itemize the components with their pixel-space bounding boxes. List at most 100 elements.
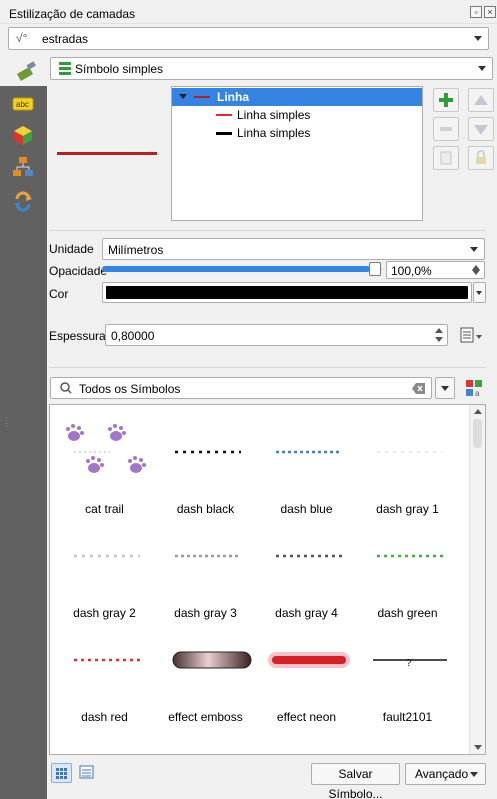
- style-sidebar: abc · · · ·: [0, 86, 47, 799]
- tree-item-layer-1[interactable]: Linha simples: [172, 106, 422, 124]
- symbol-layer-tree: Linha Linha simples Linha simples: [171, 86, 423, 221]
- symbol-preview-icon: [276, 450, 342, 454]
- tree-item-label: Linha simples: [237, 108, 311, 122]
- layer-select[interactable]: √° estradas: [8, 27, 489, 50]
- symbol-item[interactable]: dash blue: [256, 418, 357, 522]
- opacity-slider-fill: [102, 266, 370, 272]
- duplicate-layer-button[interactable]: [433, 146, 459, 170]
- search-placeholder: Todos os Símbolos: [79, 382, 181, 396]
- line-layer-icon: √°: [16, 31, 28, 45]
- symbol-preview-icon: [172, 651, 252, 669]
- symbol-name: dash blue: [280, 502, 333, 516]
- symbol-preview-icon: [175, 450, 241, 454]
- filter-menu-button[interactable]: [435, 377, 455, 399]
- opacity-slider-handle[interactable]: [369, 262, 381, 276]
- add-layer-button[interactable]: [433, 88, 459, 112]
- collapse-arrow-icon[interactable]: [179, 94, 187, 99]
- diagrams-icon[interactable]: [12, 156, 34, 176]
- symbol-search-input[interactable]: Todos os Símbolos: [50, 377, 432, 399]
- width-spinbox[interactable]: 0,80000: [105, 324, 448, 346]
- history-icon[interactable]: [12, 190, 34, 212]
- symbol-name: dash gray 4: [275, 606, 338, 620]
- advanced-button[interactable]: Avançado: [405, 763, 486, 785]
- tree-item-label: Linha simples: [237, 126, 311, 140]
- unit-select[interactable]: Milímetros: [102, 238, 485, 260]
- symbol-preview-icon: [74, 658, 140, 662]
- symbol-name: dash gray 3: [174, 606, 237, 620]
- tree-item-layer-2[interactable]: Linha simples: [172, 124, 422, 142]
- panel-title: Estilização de camadas: [9, 7, 136, 21]
- chevron-down-icon: [441, 386, 449, 391]
- divider: [49, 367, 486, 368]
- remove-layer-button[interactable]: [433, 117, 459, 141]
- move-up-button[interactable]: [468, 88, 494, 112]
- symbol-item[interactable]: dash black: [155, 418, 256, 522]
- symbol-preview-icon: [268, 652, 350, 668]
- symbol-name: dash gray 1: [376, 502, 439, 516]
- clear-search-icon[interactable]: [412, 383, 425, 394]
- unit-select-value: Milímetros: [108, 243, 164, 257]
- opacity-label: Opacidade: [49, 264, 108, 278]
- symbol-preview-icon: [66, 424, 146, 473]
- svg-text:?: ?: [406, 658, 412, 669]
- symbol-name: fault2101: [382, 710, 433, 724]
- symbol-item[interactable]: effect neon: [256, 626, 357, 730]
- svg-text:abc: abc: [16, 100, 29, 109]
- symbol-item[interactable]: dash gray 4: [256, 522, 357, 626]
- save-symbol-button[interactable]: Salvar Símbolo...: [311, 763, 400, 799]
- width-value: 0,80000: [111, 329, 155, 343]
- sidebar-splitter-handle[interactable]: · · · ·: [5, 414, 8, 431]
- width-label: Espessura: [49, 329, 106, 343]
- spin-down-icon[interactable]: [435, 337, 443, 342]
- symbol-preview-icon: [74, 554, 140, 558]
- scroll-down-icon[interactable]: [474, 745, 482, 750]
- opacity-slider-track[interactable]: [102, 266, 382, 272]
- symbol-item[interactable]: dash green: [357, 522, 458, 626]
- symbol-preview: [57, 152, 157, 155]
- labels-icon[interactable]: abc: [12, 96, 34, 116]
- symbol-item[interactable]: dash gray 3: [155, 522, 256, 626]
- color-label: Cor: [49, 287, 69, 301]
- symbol-name: effect emboss: [168, 710, 243, 724]
- float-icon[interactable]: ▫: [470, 6, 482, 18]
- symbol-name: dash black: [176, 502, 235, 516]
- move-down-button[interactable]: [468, 117, 494, 141]
- color-button[interactable]: [102, 282, 472, 303]
- symbol-preview-icon: [377, 554, 443, 558]
- grid-scrollbar[interactable]: [469, 405, 485, 754]
- close-icon[interactable]: ×: [484, 6, 496, 18]
- symbol-preview-icon: [377, 451, 443, 453]
- data-defined-override-icon[interactable]: [458, 325, 484, 345]
- symbol-item[interactable]: dash gray 1: [357, 418, 458, 522]
- layer-select-value: estradas: [42, 32, 89, 46]
- lock-layer-button[interactable]: [468, 146, 494, 170]
- 3d-view-icon[interactable]: [12, 124, 34, 145]
- advanced-button-label: Avançado: [415, 767, 469, 781]
- scroll-up-icon[interactable]: [474, 409, 482, 414]
- style-manager-icon[interactable]: a: [464, 378, 484, 398]
- symbol-item[interactable]: dash gray 2: [54, 522, 155, 626]
- symbol-item[interactable]: effect emboss: [155, 626, 256, 730]
- list-view-button[interactable]: [77, 763, 98, 783]
- single-symbol-icon: [59, 62, 71, 75]
- icon-view-button[interactable]: [51, 763, 72, 783]
- divider: [49, 230, 486, 231]
- scrollbar-thumb[interactable]: [473, 419, 482, 448]
- symbol-name: dash green: [377, 606, 438, 620]
- spin-down-icon[interactable]: [472, 270, 480, 275]
- symbol-item[interactable]: dash red: [54, 626, 155, 730]
- symbol-name: dash gray 2: [73, 606, 136, 620]
- opacity-spinbox[interactable]: 100,0%: [386, 261, 485, 279]
- simple-line-icon: [216, 114, 232, 116]
- chevron-down-icon: [478, 66, 486, 71]
- symbol-name: dash red: [81, 710, 128, 724]
- color-menu-button[interactable]: [473, 282, 486, 303]
- chevron-down-icon: [474, 36, 482, 41]
- symbol-item[interactable]: cat trail: [54, 418, 155, 522]
- renderer-select[interactable]: Símbolo simples: [50, 57, 493, 80]
- chevron-down-icon: [476, 291, 482, 295]
- symbol-item[interactable]: ? fault2101: [357, 626, 458, 730]
- tree-item-root[interactable]: Linha: [172, 88, 422, 106]
- spin-up-icon[interactable]: [435, 328, 443, 333]
- search-icon: [60, 382, 72, 394]
